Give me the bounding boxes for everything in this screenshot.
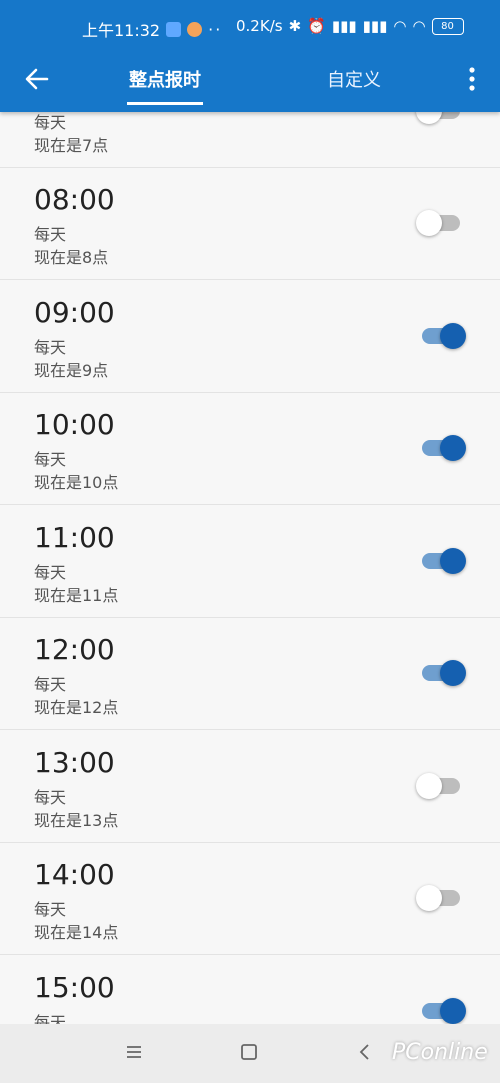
alarm-description: 现在是9点	[34, 361, 109, 380]
alarm-repeat: 每天	[34, 675, 67, 694]
hd-signal-icon: ▮▮▮	[331, 17, 357, 35]
alarm-toggle[interactable]	[416, 660, 466, 686]
alarm-description: 现在是12点	[34, 698, 119, 717]
home-square-icon[interactable]	[239, 1042, 259, 1062]
list-item[interactable]: 10:00 每天 现在是10点	[0, 392, 500, 505]
system-nav-bar: PConline	[0, 1024, 500, 1083]
alarm-description: 现在是10点	[34, 473, 119, 492]
alarm-repeat: 每天	[34, 225, 67, 244]
app-bar: 整点报时 自定义	[0, 52, 500, 112]
alarm-repeat: 每天	[34, 450, 67, 469]
alarm-time: 10:00	[34, 408, 115, 441]
dots-icon: ··	[208, 19, 223, 39]
battery-icon: 80	[431, 17, 464, 35]
list-item[interactable]: 14:00 每天 现在是14点	[0, 842, 500, 955]
face-icon	[187, 21, 203, 37]
list-item[interactable]: 08:00 每天 现在是8点	[0, 167, 500, 280]
alarm-time: 14:00	[34, 858, 115, 891]
alarm-time: 15:00	[34, 971, 115, 1004]
list-item[interactable]: 09:00 每天 现在是9点	[0, 280, 500, 393]
status-time: 上午11:32	[82, 21, 161, 40]
wifi-icon: ◠	[393, 17, 407, 35]
alarm-toggle[interactable]	[416, 998, 466, 1024]
wifi-icon: ◠	[412, 17, 426, 35]
alarm-time: 12:00	[34, 633, 115, 666]
alarm-time: 08:00	[34, 183, 115, 216]
bluetooth-icon: ✱	[288, 17, 302, 35]
alarm-time: 09:00	[34, 296, 115, 329]
top-bar: 上午11:32 ·· 0.2K/s ✱ ⏰ ▮▮▮ ▮▮▮ ◠ ◠ 80 整点报…	[0, 0, 500, 112]
alarm-toggle[interactable]	[416, 773, 464, 799]
alarm-repeat: 每天	[34, 563, 67, 582]
alarm-description: 现在是14点	[34, 923, 119, 942]
alarm-toggle[interactable]	[416, 112, 464, 124]
watermark: PConline	[392, 1040, 488, 1065]
list-item[interactable]: 13:00 每天 现在是13点	[0, 730, 500, 843]
alarm-toggle[interactable]	[416, 885, 464, 911]
arrow-left-icon[interactable]	[22, 64, 52, 94]
alarm-repeat: 每天	[34, 788, 67, 807]
hd-signal-icon: ▮▮▮	[362, 17, 388, 35]
alarm-list: 每天 现在是7点 08:00 每天 现在是8点 09:00 每天 现在是9点 1…	[0, 112, 500, 1024]
alarm-toggle[interactable]	[416, 548, 466, 574]
alarm-repeat: 每天	[34, 1013, 67, 1024]
status-left: 上午11:32 ··	[82, 17, 222, 41]
status-right: 0.2K/s ✱ ⏰ ▮▮▮ ▮▮▮ ◠ ◠ 80	[236, 17, 464, 35]
more-vertical-icon[interactable]	[466, 64, 478, 94]
alarm-time: 11:00	[34, 521, 115, 554]
list-item[interactable]: 12:00 每天 现在是12点	[0, 617, 500, 730]
tab-custom[interactable]: 自定义	[327, 66, 381, 92]
alarm-description: 现在是7点	[34, 136, 109, 155]
alarm-description: 现在是8点	[34, 248, 109, 267]
list-item[interactable]: 15:00 每天	[0, 955, 500, 1024]
status-bar: 上午11:32 ·· 0.2K/s ✱ ⏰ ▮▮▮ ▮▮▮ ◠ ◠ 80	[0, 0, 500, 52]
alarm-toggle[interactable]	[416, 323, 466, 349]
back-chevron-icon[interactable]	[355, 1042, 375, 1062]
app-icon	[166, 21, 182, 37]
alarm-description: 现在是13点	[34, 811, 119, 830]
alarm-repeat: 每天	[34, 113, 67, 132]
alarm-repeat: 每天	[34, 900, 67, 919]
tab-hourly-chime[interactable]: 整点报时	[127, 66, 203, 105]
network-speed: 0.2K/s	[236, 17, 283, 35]
alarm-toggle[interactable]	[416, 435, 466, 461]
list-item[interactable]: 11:00 每天 现在是11点	[0, 505, 500, 618]
alarm-toggle[interactable]	[416, 210, 464, 236]
alarm-time: 13:00	[34, 746, 115, 779]
alarm-repeat: 每天	[34, 338, 67, 357]
menu-icon[interactable]	[124, 1042, 144, 1062]
list-item[interactable]: 每天 现在是7点	[0, 112, 500, 168]
alarm-icon: ⏰	[307, 17, 326, 35]
alarm-description: 现在是11点	[34, 586, 119, 605]
